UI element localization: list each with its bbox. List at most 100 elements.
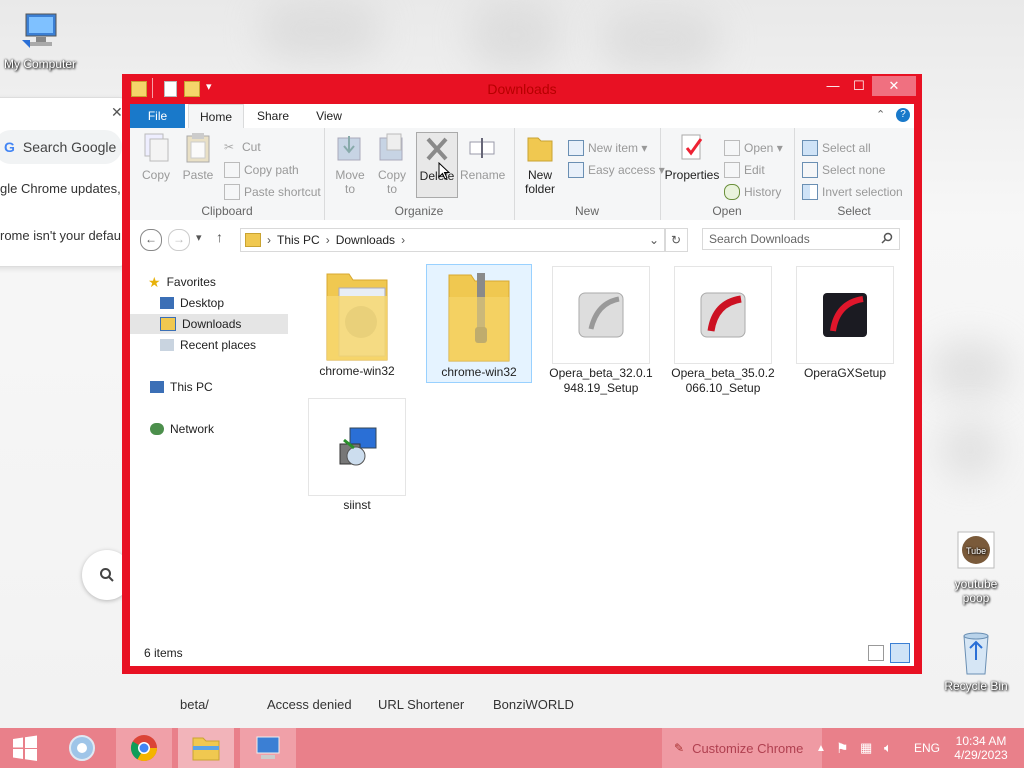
title-bar[interactable]: ▾ Downloads — ☐ ✕	[122, 74, 922, 104]
details-view-icon[interactable]	[868, 645, 884, 661]
maximize-button[interactable]: ☐	[846, 76, 872, 96]
opera-gx-icon	[796, 266, 894, 364]
chrome-search-box[interactable]: G Search Google	[0, 130, 122, 164]
file-item[interactable]: OperaGXSetup	[792, 266, 898, 381]
youtube-icon: Tube	[957, 531, 995, 569]
search-input[interactable]: Search Downloads	[702, 228, 900, 250]
folder-icon	[245, 233, 261, 247]
show-hidden-icons[interactable]: ▲	[816, 728, 826, 768]
invert-selection-button[interactable]: Invert selection	[802, 184, 903, 200]
breadcrumb-downloads[interactable]: Downloads	[336, 233, 395, 247]
new-folder-button[interactable]: New folder	[518, 132, 562, 196]
copy-icon	[141, 132, 171, 164]
shortcut-url-shortener[interactable]: URL Shortener	[378, 697, 464, 712]
recent-locations-icon[interactable]: ▾	[196, 231, 202, 244]
up-arrow-icon[interactable]: ↑	[216, 229, 223, 245]
easy-access-button[interactable]: Easy access ▾	[568, 162, 665, 178]
language-indicator[interactable]: ENG	[914, 728, 940, 768]
nav-favorites[interactable]: ★ Favorites	[148, 272, 306, 292]
refresh-icon[interactable]: ↻	[664, 228, 688, 252]
search-placeholder: Search Google	[22, 139, 117, 155]
opera-installer-icon	[674, 266, 772, 364]
edit-button[interactable]: Edit	[724, 162, 765, 178]
customize-chrome-button[interactable]: ✎ Customize Chrome	[662, 728, 822, 768]
paste-shortcut-button[interactable]: Paste shortcut	[224, 184, 321, 200]
clock[interactable]: 10:34 AM 4/29/2023	[950, 728, 1012, 768]
chevron-down-icon[interactable]: ⌄	[649, 233, 659, 247]
help-icon[interactable]: ?	[896, 108, 910, 122]
minimize-button[interactable]: —	[820, 76, 846, 96]
easy-access-icon	[568, 162, 584, 178]
taskbar-ie[interactable]	[54, 728, 110, 768]
mouse-cursor	[438, 161, 451, 183]
group-label: Open	[712, 204, 742, 218]
copy-button[interactable]: Copy	[136, 132, 176, 182]
file-item-selected[interactable]: chrome-win32	[426, 264, 532, 383]
copy-path-button[interactable]: Copy path	[224, 162, 299, 178]
desktop-icon-my-computer[interactable]: My Computer	[0, 10, 80, 71]
shortcut-bonziworld[interactable]: BonziWORLD	[493, 697, 574, 712]
select-all-button[interactable]: Select all	[802, 140, 871, 156]
select-group: Select all Select none Invert selection …	[794, 128, 914, 220]
taskbar-chrome[interactable]	[116, 728, 172, 768]
chevron-up-icon[interactable]: ⌃	[876, 108, 885, 121]
browser-icon	[69, 735, 95, 761]
desktop-icon-youtube-poop[interactable]: Tube youtube poop	[940, 530, 1012, 605]
tab-share[interactable]: Share	[248, 104, 298, 128]
cut-button[interactable]: ✂ Cut	[224, 140, 261, 154]
large-icons-view-icon[interactable]	[890, 643, 910, 663]
history-icon	[724, 184, 740, 200]
open-icon	[724, 140, 740, 156]
explorer-window: ▾ Downloads — ☐ ✕ File Home Share View ⌃…	[122, 74, 922, 674]
navigation-bar: ← → ▾ ↑ › This PC › Downloads › ⌄ ↻ Sear…	[130, 220, 914, 258]
nav-this-pc[interactable]: This PC	[150, 377, 308, 397]
paste-button[interactable]: Paste	[178, 132, 218, 182]
nav-network[interactable]: Network	[150, 419, 308, 439]
svg-text:Tube: Tube	[966, 546, 986, 556]
forward-button[interactable]: →	[168, 229, 190, 251]
desktop-icon-recycle-bin[interactable]: Recycle Bin	[940, 630, 1012, 693]
nav-downloads[interactable]: Downloads	[130, 314, 288, 334]
properties-button[interactable]: Properties	[664, 132, 720, 182]
volume-icon[interactable]: 🔈︎	[884, 728, 892, 768]
status-bar: 6 items	[130, 638, 914, 666]
google-icon: G	[4, 139, 15, 155]
copy-to-button[interactable]: Copy to	[372, 132, 412, 196]
rename-button[interactable]: Rename	[460, 132, 505, 182]
delete-button[interactable]: Delete	[416, 132, 458, 198]
windows-logo-icon	[13, 735, 37, 761]
computer-icon	[150, 381, 164, 393]
close-icon[interactable]: ✕	[111, 104, 123, 121]
file-item[interactable]: Opera_beta_32.0.1948.19_Setup	[548, 266, 654, 396]
move-to-button[interactable]: Move to	[330, 132, 370, 196]
start-button[interactable]	[0, 728, 50, 768]
ribbon-tabs: File Home Share View ⌃ ?	[130, 104, 914, 129]
tab-view[interactable]: View	[304, 104, 354, 128]
file-item[interactable]: chrome-win32	[304, 266, 410, 379]
zip-folder-icon	[431, 267, 527, 363]
file-item[interactable]: Opera_beta_35.0.2066.10_Setup	[670, 266, 776, 396]
select-none-button[interactable]: Select none	[802, 162, 885, 178]
back-button[interactable]: ←	[140, 229, 162, 251]
address-bar[interactable]: › This PC › Downloads › ⌄	[240, 228, 666, 252]
new-item-button[interactable]: New item ▾	[568, 140, 647, 156]
nav-desktop[interactable]: Desktop	[160, 293, 318, 313]
open-button[interactable]: Open ▾	[724, 140, 783, 156]
close-button[interactable]: ✕	[872, 76, 916, 96]
group-label: New	[574, 204, 599, 218]
action-center-icon[interactable]: ⚑	[836, 728, 849, 768]
desktop-icon-label: Recycle Bin	[944, 679, 1008, 693]
taskbar-app[interactable]	[240, 728, 296, 768]
installer-icon	[308, 398, 406, 496]
file-item[interactable]: siinst	[304, 398, 410, 513]
history-button[interactable]: History	[724, 184, 781, 200]
delete-x-icon	[422, 133, 452, 165]
breadcrumb-this-pc[interactable]: This PC	[277, 233, 320, 247]
nav-recent-places[interactable]: Recent places	[160, 335, 318, 355]
tab-home[interactable]: Home	[188, 104, 244, 129]
shortcut-beta[interactable]: beta/	[180, 697, 209, 712]
tab-file[interactable]: File	[130, 104, 185, 128]
network-tray-icon[interactable]: ▦	[860, 728, 872, 768]
shortcut-access-denied[interactable]: Access denied	[267, 697, 352, 712]
taskbar-file-explorer[interactable]	[178, 728, 234, 768]
